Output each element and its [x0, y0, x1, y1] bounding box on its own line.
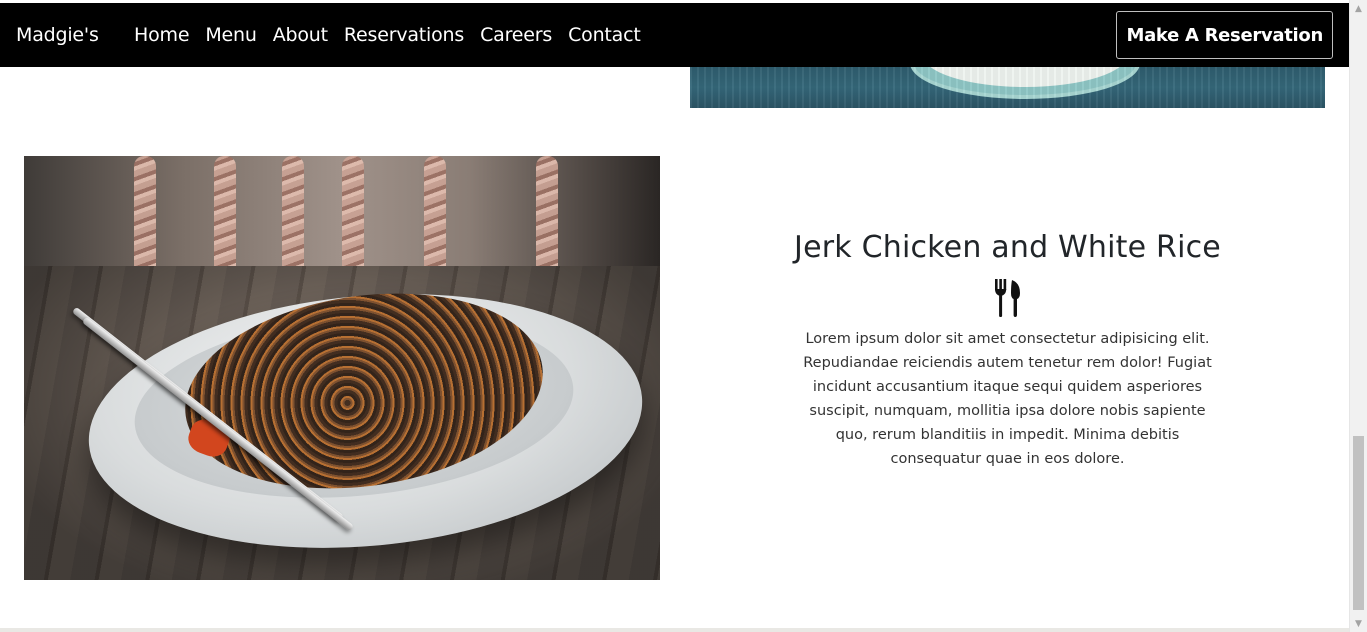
make-reservation-button[interactable]: Make A Reservation [1116, 11, 1333, 59]
nav-link-menu[interactable]: Menu [197, 24, 264, 46]
nav-link-reservations[interactable]: Reservations [336, 24, 472, 46]
nav-links: Home Menu About Reservations Careers Con… [126, 24, 649, 46]
dish-photo [24, 156, 660, 580]
utensils-icon [994, 279, 1020, 317]
scroll-thumb[interactable] [1353, 436, 1364, 610]
vertical-scrollbar[interactable]: ▲ ▼ [1349, 0, 1367, 632]
nav-link-careers[interactable]: Careers [472, 24, 560, 46]
navbar: Madgie's Home Menu About Reservations Ca… [0, 3, 1349, 67]
page: Madgie's Home Menu About Reservations Ca… [0, 0, 1367, 632]
dish-info: Jerk Chicken and White Rice Lorem ipsum … [690, 230, 1325, 471]
scroll-up-arrow-icon[interactable]: ▲ [1350, 0, 1367, 17]
nav-link-about[interactable]: About [265, 24, 336, 46]
previous-dish-image [690, 67, 1325, 108]
brand-logo[interactable]: Madgie's [16, 24, 126, 46]
scroll-down-arrow-icon[interactable]: ▼ [1350, 615, 1367, 632]
dish-title: Jerk Chicken and White Rice [794, 230, 1221, 265]
dish-description: Lorem ipsum dolor sit amet consectetur a… [803, 331, 1212, 467]
bottom-edge [0, 628, 1349, 632]
nav-link-home[interactable]: Home [126, 24, 197, 46]
nav-link-contact[interactable]: Contact [560, 24, 649, 46]
